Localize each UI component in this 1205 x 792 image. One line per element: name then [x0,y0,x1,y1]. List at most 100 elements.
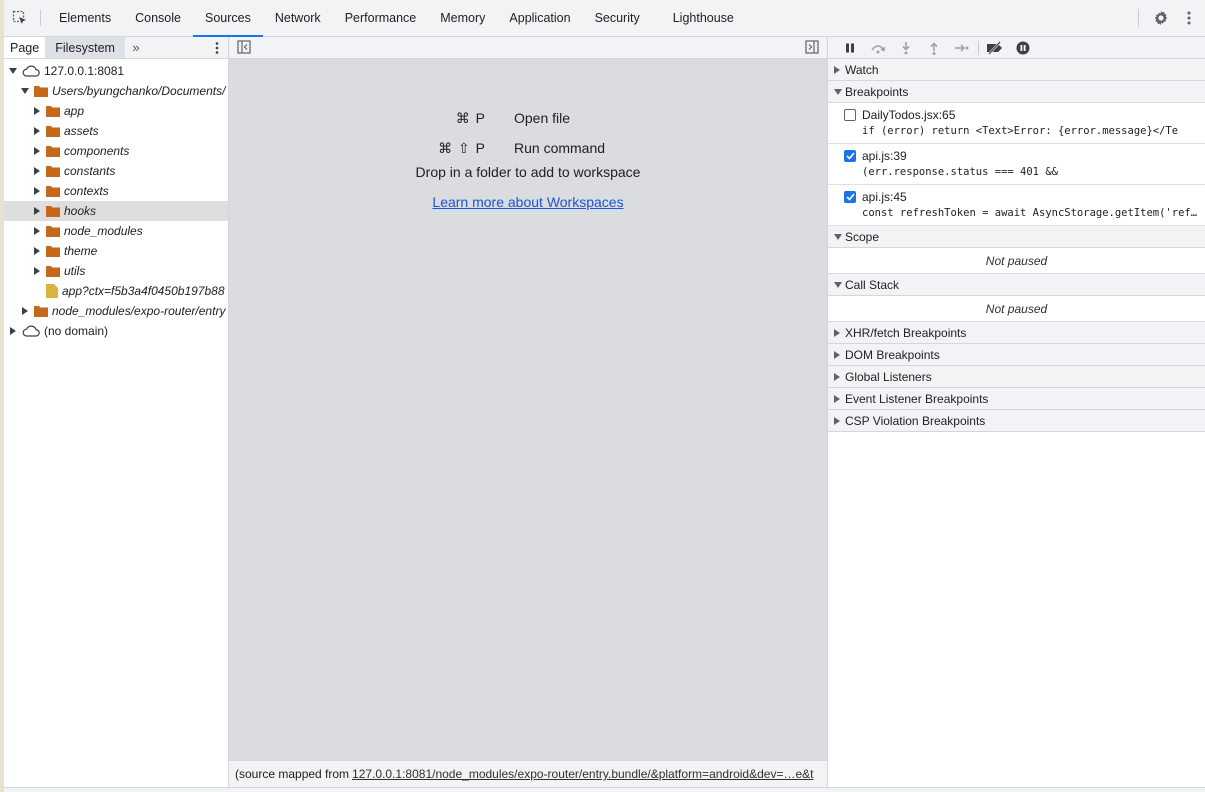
triangle-right-icon[interactable] [32,266,42,276]
more-tabs-button[interactable]: » [125,37,147,58]
pane-title: Watch [845,62,879,77]
step-out-button[interactable] [920,37,948,59]
breakpoints-off-icon [987,40,1002,55]
triangle-right-icon[interactable] [32,146,42,156]
breakpoint-item[interactable]: api.js:45 const refreshToken = await Asyn… [828,185,1205,226]
toolbar-divider [1138,9,1139,27]
step-icon [955,43,969,52]
tree-item[interactable]: assets [4,121,228,141]
collapsed-pane-header[interactable]: DOM Breakpoints [828,344,1205,366]
collapsed-pane-header[interactable]: XHR/fetch Breakpoints [828,322,1205,344]
tab-security[interactable]: Security [583,0,652,36]
settings-button[interactable] [1149,6,1173,30]
tree-item-label: components [64,144,130,158]
drop-folder-hint: Drop in a folder to add to workspace [415,164,641,180]
tree-item[interactable]: (no domain) [4,321,228,341]
triangle-right-icon[interactable] [32,126,42,136]
tab-memory[interactable]: Memory [428,0,497,36]
collapsed-pane-header[interactable]: Global Listeners [828,366,1205,388]
tree-item-label: app?ctx=f5b3a4f0450b197b88 [62,284,225,298]
triangle-right-icon [834,394,845,403]
breakpoint-header: DailyTodos.jsx:65 [844,107,1199,123]
tree-item-label: utils [64,264,86,278]
tree-item[interactable]: theme [4,241,228,261]
scope-pane-header[interactable]: Scope [828,226,1205,248]
watch-pane-header[interactable]: Watch [828,59,1205,81]
tree-item[interactable]: constants [4,161,228,181]
shortcut-keys: ⌘ ⇧ P [438,139,486,156]
tab-lighthouse[interactable]: Lighthouse [661,0,746,36]
triangle-right-icon[interactable] [8,326,18,336]
editor-area: ⌘ P Open file ⌘ ⇧ P Run command Drop in … [229,37,827,787]
tree-item[interactable]: app [4,101,228,121]
triangle-right-icon[interactable] [32,166,42,176]
triangle-right-icon[interactable] [32,186,42,196]
learn-more-workspaces-link[interactable]: Learn more about Workspaces [432,194,623,210]
collapsed-pane-header[interactable]: Event Listener Breakpoints [828,388,1205,410]
navigator-menu-button[interactable] [206,37,228,58]
learn-more-container: Learn more about Workspaces [229,194,827,210]
pane-title: Call Stack [845,277,900,292]
devtools-tab-bar: Elements Console Sources Network Perform… [4,0,1205,37]
breakpoints-pane-header[interactable]: Breakpoints [828,81,1205,103]
triangle-right-icon[interactable] [32,226,42,236]
step-over-button[interactable] [864,37,892,59]
tree-item[interactable]: hooks [4,201,228,221]
triangle-down-icon[interactable] [20,86,30,96]
step-into-button[interactable] [892,37,920,59]
triangle-down-icon [834,233,845,240]
more-options-button[interactable] [1177,6,1201,30]
editor-toolbar [229,37,827,59]
triangle-right-icon[interactable] [32,106,42,116]
tab-filesystem[interactable]: Filesystem [45,37,125,58]
toggle-debugger-button[interactable] [805,40,819,57]
triangle-right-icon[interactable] [20,306,30,316]
toggle-navigator-button[interactable] [237,40,251,57]
breakpoint-checkbox[interactable] [844,191,856,203]
breakpoint-checkbox[interactable] [844,150,856,162]
toolbar-divider [978,40,979,55]
shortcut-hints: ⌘ P Open file ⌘ ⇧ P Run command [229,103,827,163]
breakpoint-item[interactable]: api.js:39 (err.response.status === 401 && [828,144,1205,185]
callstack-pane-header[interactable]: Call Stack [828,274,1205,296]
triangle-down-icon [834,281,845,288]
tree-item[interactable]: app?ctx=f5b3a4f0450b197b88 [4,281,228,301]
tab-page[interactable]: Page [4,37,46,58]
folder-icon [46,165,60,177]
tree-item[interactable]: contexts [4,181,228,201]
tree-item[interactable]: 127.0.0.1:8081 [4,61,228,81]
kebab-menu-icon [215,41,219,54]
collapsed-pane-header[interactable]: CSP Violation Breakpoints [828,410,1205,432]
triangle-right-icon [834,350,845,359]
tab-sources[interactable]: Sources [192,0,263,37]
tree-item-label: node_modules/expo-router/entry [52,304,226,318]
deactivate-breakpoints-button[interactable] [981,37,1009,59]
triangle-down-icon[interactable] [8,66,18,76]
pause-exceptions-icon [1016,41,1030,54]
cloud-icon [22,65,40,77]
tree-item[interactable]: node_modules/expo-router/entry [4,301,228,321]
breakpoint-item[interactable]: DailyTodos.jsx:65 if (error) return <Text… [828,103,1205,144]
triangle-right-icon[interactable] [32,206,42,216]
inspect-element-button[interactable] [4,0,36,36]
tree-item[interactable]: utils [4,261,228,281]
tab-elements[interactable]: Elements [47,0,123,36]
source-map-link[interactable]: 127.0.0.1:8081/node_modules/expo-router/… [352,767,813,781]
pane-title: Global Listeners [845,369,932,384]
pause-on-exceptions-button[interactable] [1009,37,1037,59]
tree-item[interactable]: components [4,141,228,161]
shortcut-keys: ⌘ P [455,109,486,126]
tree-item-label: contexts [64,184,109,198]
tree-item[interactable]: Users/byungchanko/Documents/ [4,81,228,101]
tree-item[interactable]: node_modules [4,221,228,241]
triangle-right-icon[interactable] [32,246,42,256]
tree-item-label: theme [64,244,98,258]
tab-console[interactable]: Console [123,0,193,36]
tab-application[interactable]: Application [497,0,582,36]
tab-performance[interactable]: Performance [333,0,429,36]
breakpoint-checkbox[interactable] [844,109,856,121]
step-button[interactable] [948,37,976,59]
pause-button[interactable] [836,37,864,59]
folder-icon [46,185,60,197]
tab-network[interactable]: Network [263,0,333,36]
